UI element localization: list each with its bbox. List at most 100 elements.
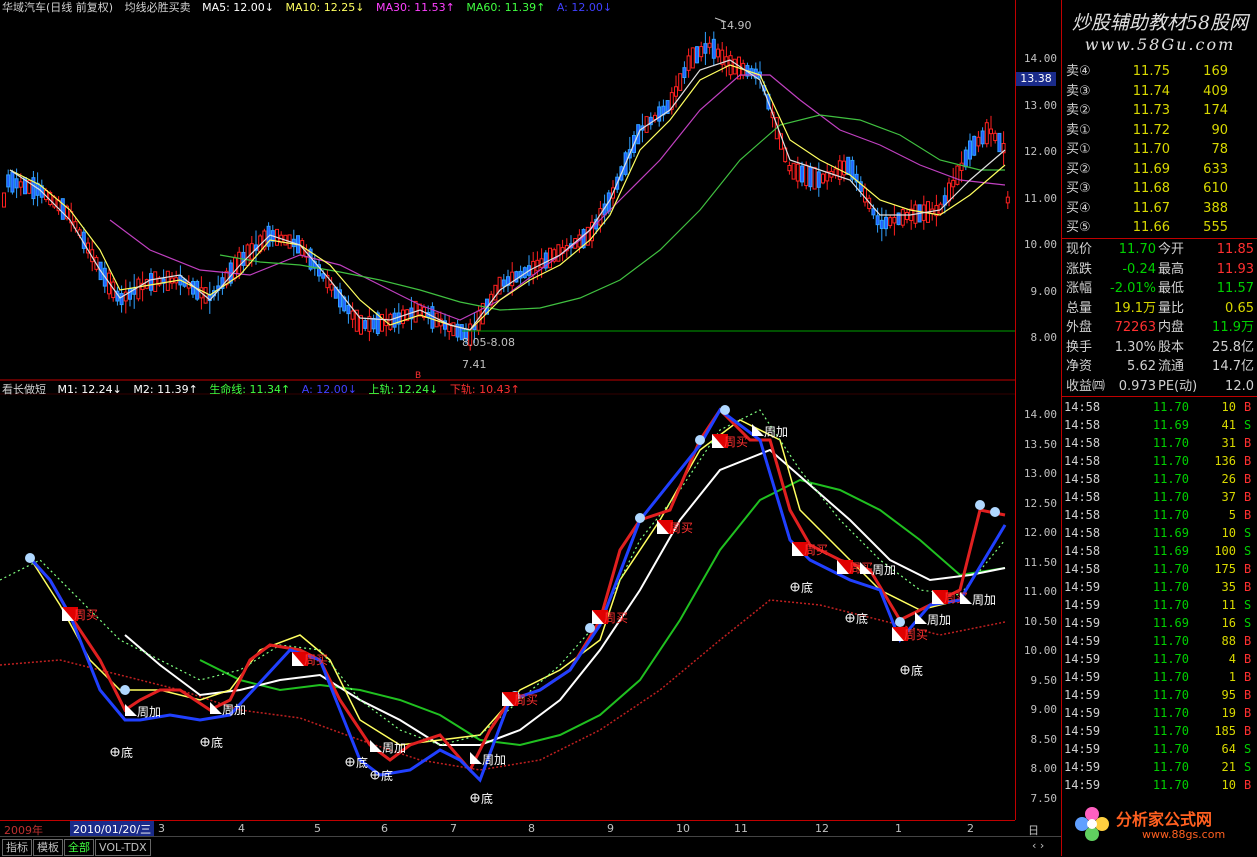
tab-all[interactable]: 全部 (64, 839, 94, 856)
watermark-line1: 炒股辅助教材58股网 (1071, 12, 1249, 34)
tick-time: 14:58 (1064, 436, 1101, 450)
quote-value: 11.85 (1216, 242, 1254, 257)
tick-row: 14:58 11.69 10 S (1064, 524, 1256, 542)
price-tick: 14.00 (1023, 52, 1057, 65)
month-label: 2 (967, 822, 974, 835)
order-book-row[interactable]: 卖① 11.72 90 (1066, 121, 1254, 140)
tick-volume: 37 (1221, 490, 1236, 504)
tab-template[interactable]: 模板 (33, 839, 63, 856)
add-label: 周加 (222, 703, 246, 717)
candle-body (993, 132, 998, 142)
buy-label: 周买 (604, 611, 628, 625)
price-tick: 13.00 (1023, 98, 1057, 112)
tick-time: 14:59 (1064, 688, 1101, 702)
tick-row: 14:59 11.70 88 B (1064, 632, 1256, 650)
level-price: 11.68 (1132, 181, 1170, 196)
tick-price: 11.69 (1152, 616, 1189, 630)
candle-body (245, 244, 250, 266)
level-price: 11.67 (1132, 200, 1170, 216)
tick-price: 11.70 (1152, 454, 1189, 468)
candle-body (871, 208, 876, 216)
candle-body (972, 135, 977, 156)
order-book-row[interactable]: 卖③ 11.74 409 (1066, 82, 1254, 101)
bottom-logo: 分析家公式网 www.88gs.com (1072, 800, 1252, 852)
quote-value: -2.01% (1110, 281, 1156, 296)
quote-value: 25.8亿 (1212, 339, 1254, 355)
order-book-row[interactable]: 卖② 11.73 174 (1066, 101, 1254, 120)
order-book-row[interactable]: 买④ 11.67 388 (1066, 199, 1254, 218)
order-book-row[interactable]: 买⑤ 11.66 555 (1066, 218, 1254, 237)
candle-body (165, 270, 170, 291)
tick-price: 11.69 (1152, 526, 1189, 540)
tick-time: 14:58 (1064, 508, 1101, 522)
order-book-row[interactable]: 卖④ 11.75 169 (1066, 62, 1254, 81)
tick-volume: 136 (1214, 454, 1236, 468)
quote-row: 涨幅 -2.01% 最低 11.57 (1066, 279, 1254, 298)
tick-side: B (1244, 778, 1252, 792)
candle-body (959, 162, 964, 171)
tick-side: B (1244, 634, 1252, 648)
candle-body (984, 122, 989, 145)
tick-price: 11.70 (1152, 580, 1189, 594)
indicator-tick: 13.50 (1023, 437, 1057, 451)
tick-price: 11.70 (1152, 598, 1189, 612)
month-label: 5 (314, 822, 321, 835)
candle-body (875, 215, 880, 226)
tab-indicator[interactable]: 指标 (2, 839, 32, 856)
level-price: 11.69 (1132, 161, 1170, 177)
chart-canvas[interactable]: 14.90 8.05-8.08 7.41 B 周买周买周买周买周买周买周买周买周… (0, 0, 1015, 820)
quote-key: 最低 (1158, 281, 1185, 296)
month-label: 3 (158, 822, 165, 835)
tick-row: 14:59 11.70 35 B (1064, 578, 1256, 596)
tick-row: 14:59 11.70 1 B (1064, 668, 1256, 686)
indicator-name[interactable]: 看长做短 (2, 383, 46, 396)
candle-body (863, 187, 867, 203)
quote-value: 12.0 (1225, 378, 1254, 394)
scroll-arrows-icon[interactable]: ‹ › (1032, 839, 1044, 852)
buy-label: 周买 (669, 521, 693, 535)
tick-row: 14:58 11.69 41 S (1064, 416, 1256, 434)
month-label: 10 (676, 822, 690, 835)
tick-side: B (1244, 724, 1252, 738)
m2-value: M2: 11.39↑ (133, 383, 198, 396)
ma30-line (109, 74, 1006, 321)
candle-body (674, 86, 678, 97)
tick-row: 14:59 11.70 11 S (1064, 596, 1256, 614)
quote-key: 量比 (1158, 300, 1185, 316)
candle-body (136, 278, 141, 300)
tick-price: 11.70 (1152, 724, 1189, 738)
level-label: 买④ (1066, 200, 1091, 216)
candle-body (989, 128, 993, 135)
tick-time: 14:59 (1064, 580, 1101, 594)
candle-body (963, 149, 968, 168)
tick-side: S (1244, 544, 1252, 558)
bottom-label: 底 (856, 611, 868, 626)
order-book-row[interactable]: 买③ 11.68 610 (1066, 179, 1254, 198)
candle-body (879, 219, 884, 229)
tick-time: 14:59 (1064, 706, 1101, 720)
order-book-row[interactable]: 买② 11.69 633 (1066, 160, 1254, 179)
quote-value: 11.9万 (1212, 320, 1254, 335)
candle-body (795, 163, 800, 182)
cloud-icon (975, 500, 985, 510)
quote-value: 72263 (1114, 320, 1156, 335)
candle-body (808, 166, 813, 188)
tick-volume: 35 (1221, 580, 1236, 594)
indicator-tick: 11.50 (1023, 555, 1057, 569)
tick-side: B (1244, 400, 1252, 414)
tick-row: 14:59 11.70 19 B (1064, 704, 1256, 722)
tick-time: 14:58 (1064, 418, 1101, 432)
order-book-row[interactable]: 买① 11.70 78 (1066, 140, 1254, 159)
tick-side: B (1244, 670, 1252, 684)
chart-area[interactable]: 华域汽车(日线 前复权) 均线必胜买卖 MA5: 12.00↓ MA10: 12… (0, 0, 1015, 820)
candle-body (371, 317, 376, 330)
tick-row: 14:59 11.70 64 S (1064, 740, 1256, 758)
quote-value: 11.70 (1118, 242, 1156, 257)
tick-row: 14:58 11.69 100 S (1064, 542, 1256, 560)
tick-side: S (1244, 526, 1252, 540)
tick-side: S (1244, 418, 1252, 432)
candle-body (556, 244, 561, 262)
m1-value: M1: 12.24↓ (57, 383, 122, 396)
tab-vol-tdx[interactable]: VOL-TDX (95, 839, 151, 856)
cloud-icon (695, 435, 705, 445)
